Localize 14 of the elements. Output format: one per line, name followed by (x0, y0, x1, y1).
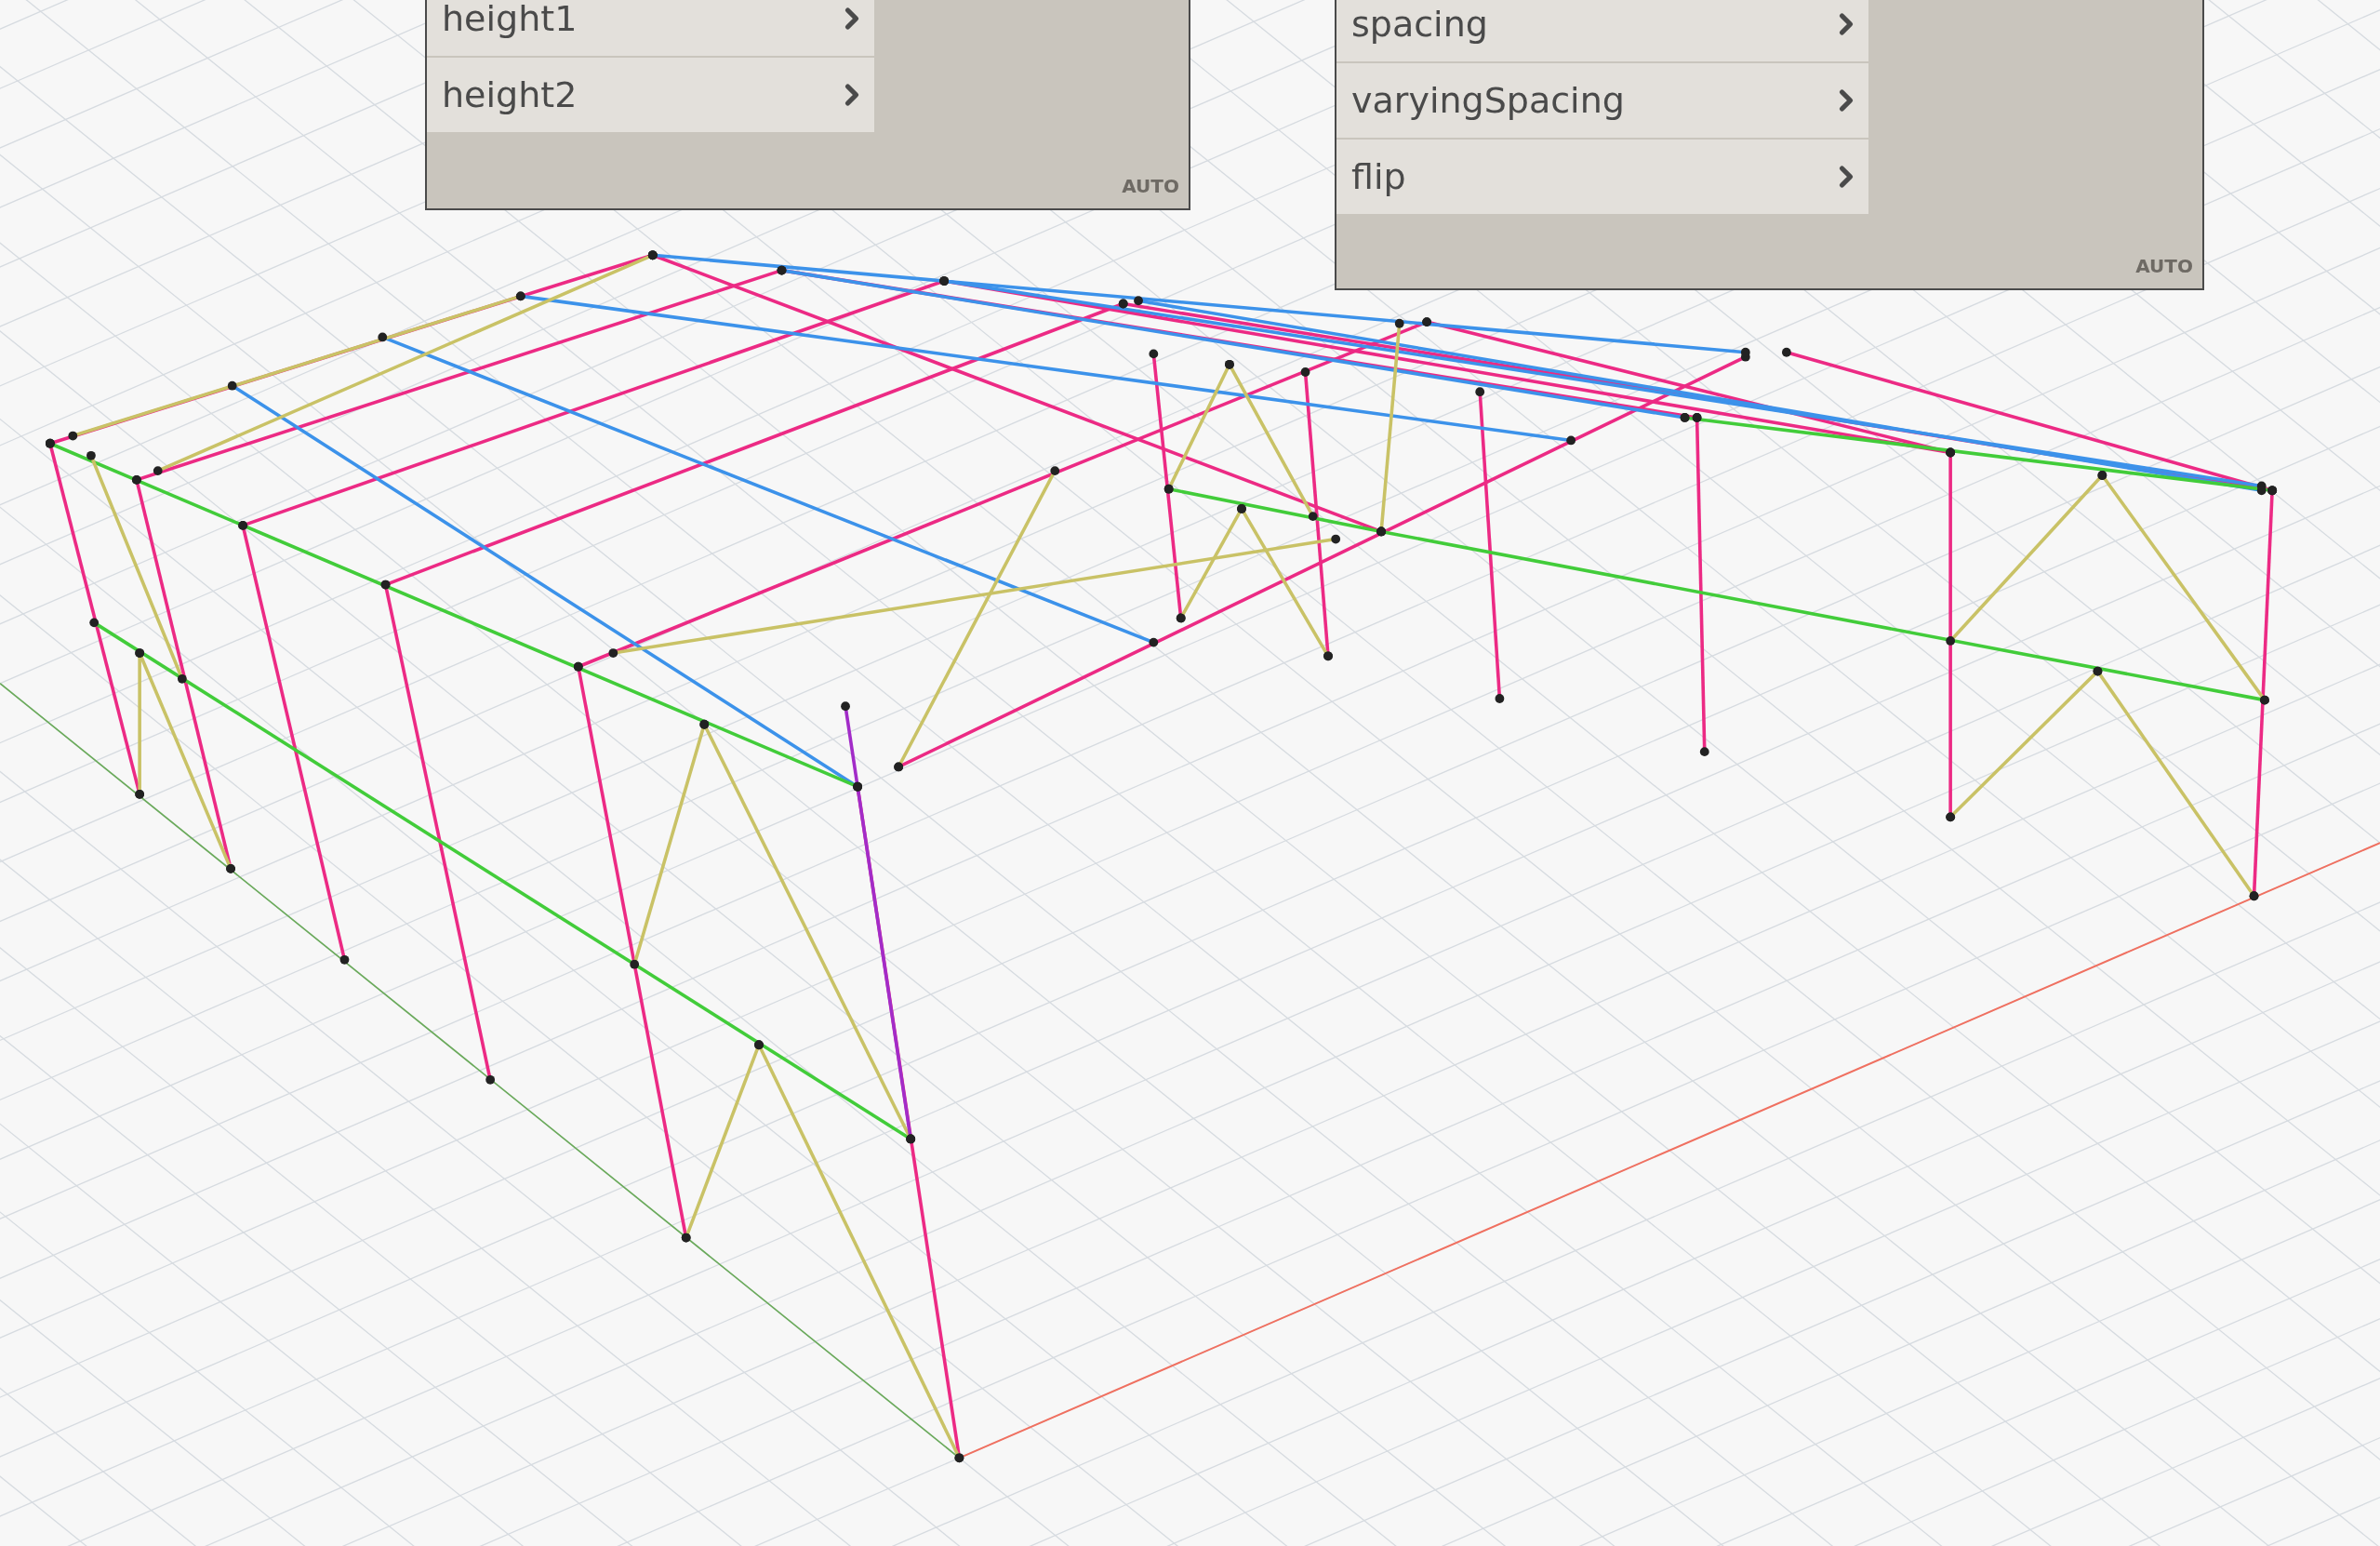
lacing-label: AUTO (1122, 175, 1179, 197)
port-label: height1 (442, 0, 578, 39)
port-label: spacing (1351, 4, 1488, 45)
node-panel[interactable]: spacing varyingSpacing flip AUTO (1335, 0, 2204, 290)
input-port[interactable]: spacing (1336, 0, 1868, 63)
lacing-label: AUTO (2135, 255, 2193, 277)
port-label: height2 (442, 74, 578, 115)
input-port[interactable]: varyingSpacing (1336, 63, 1868, 140)
input-port[interactable]: height1 (427, 0, 874, 58)
input-port[interactable]: flip (1336, 140, 1868, 216)
node-panel[interactable]: height1 height2 AUTO (425, 0, 1190, 210)
port-label: varyingSpacing (1351, 80, 1625, 121)
input-port[interactable]: height2 (427, 58, 874, 134)
port-label: flip (1351, 156, 1406, 197)
